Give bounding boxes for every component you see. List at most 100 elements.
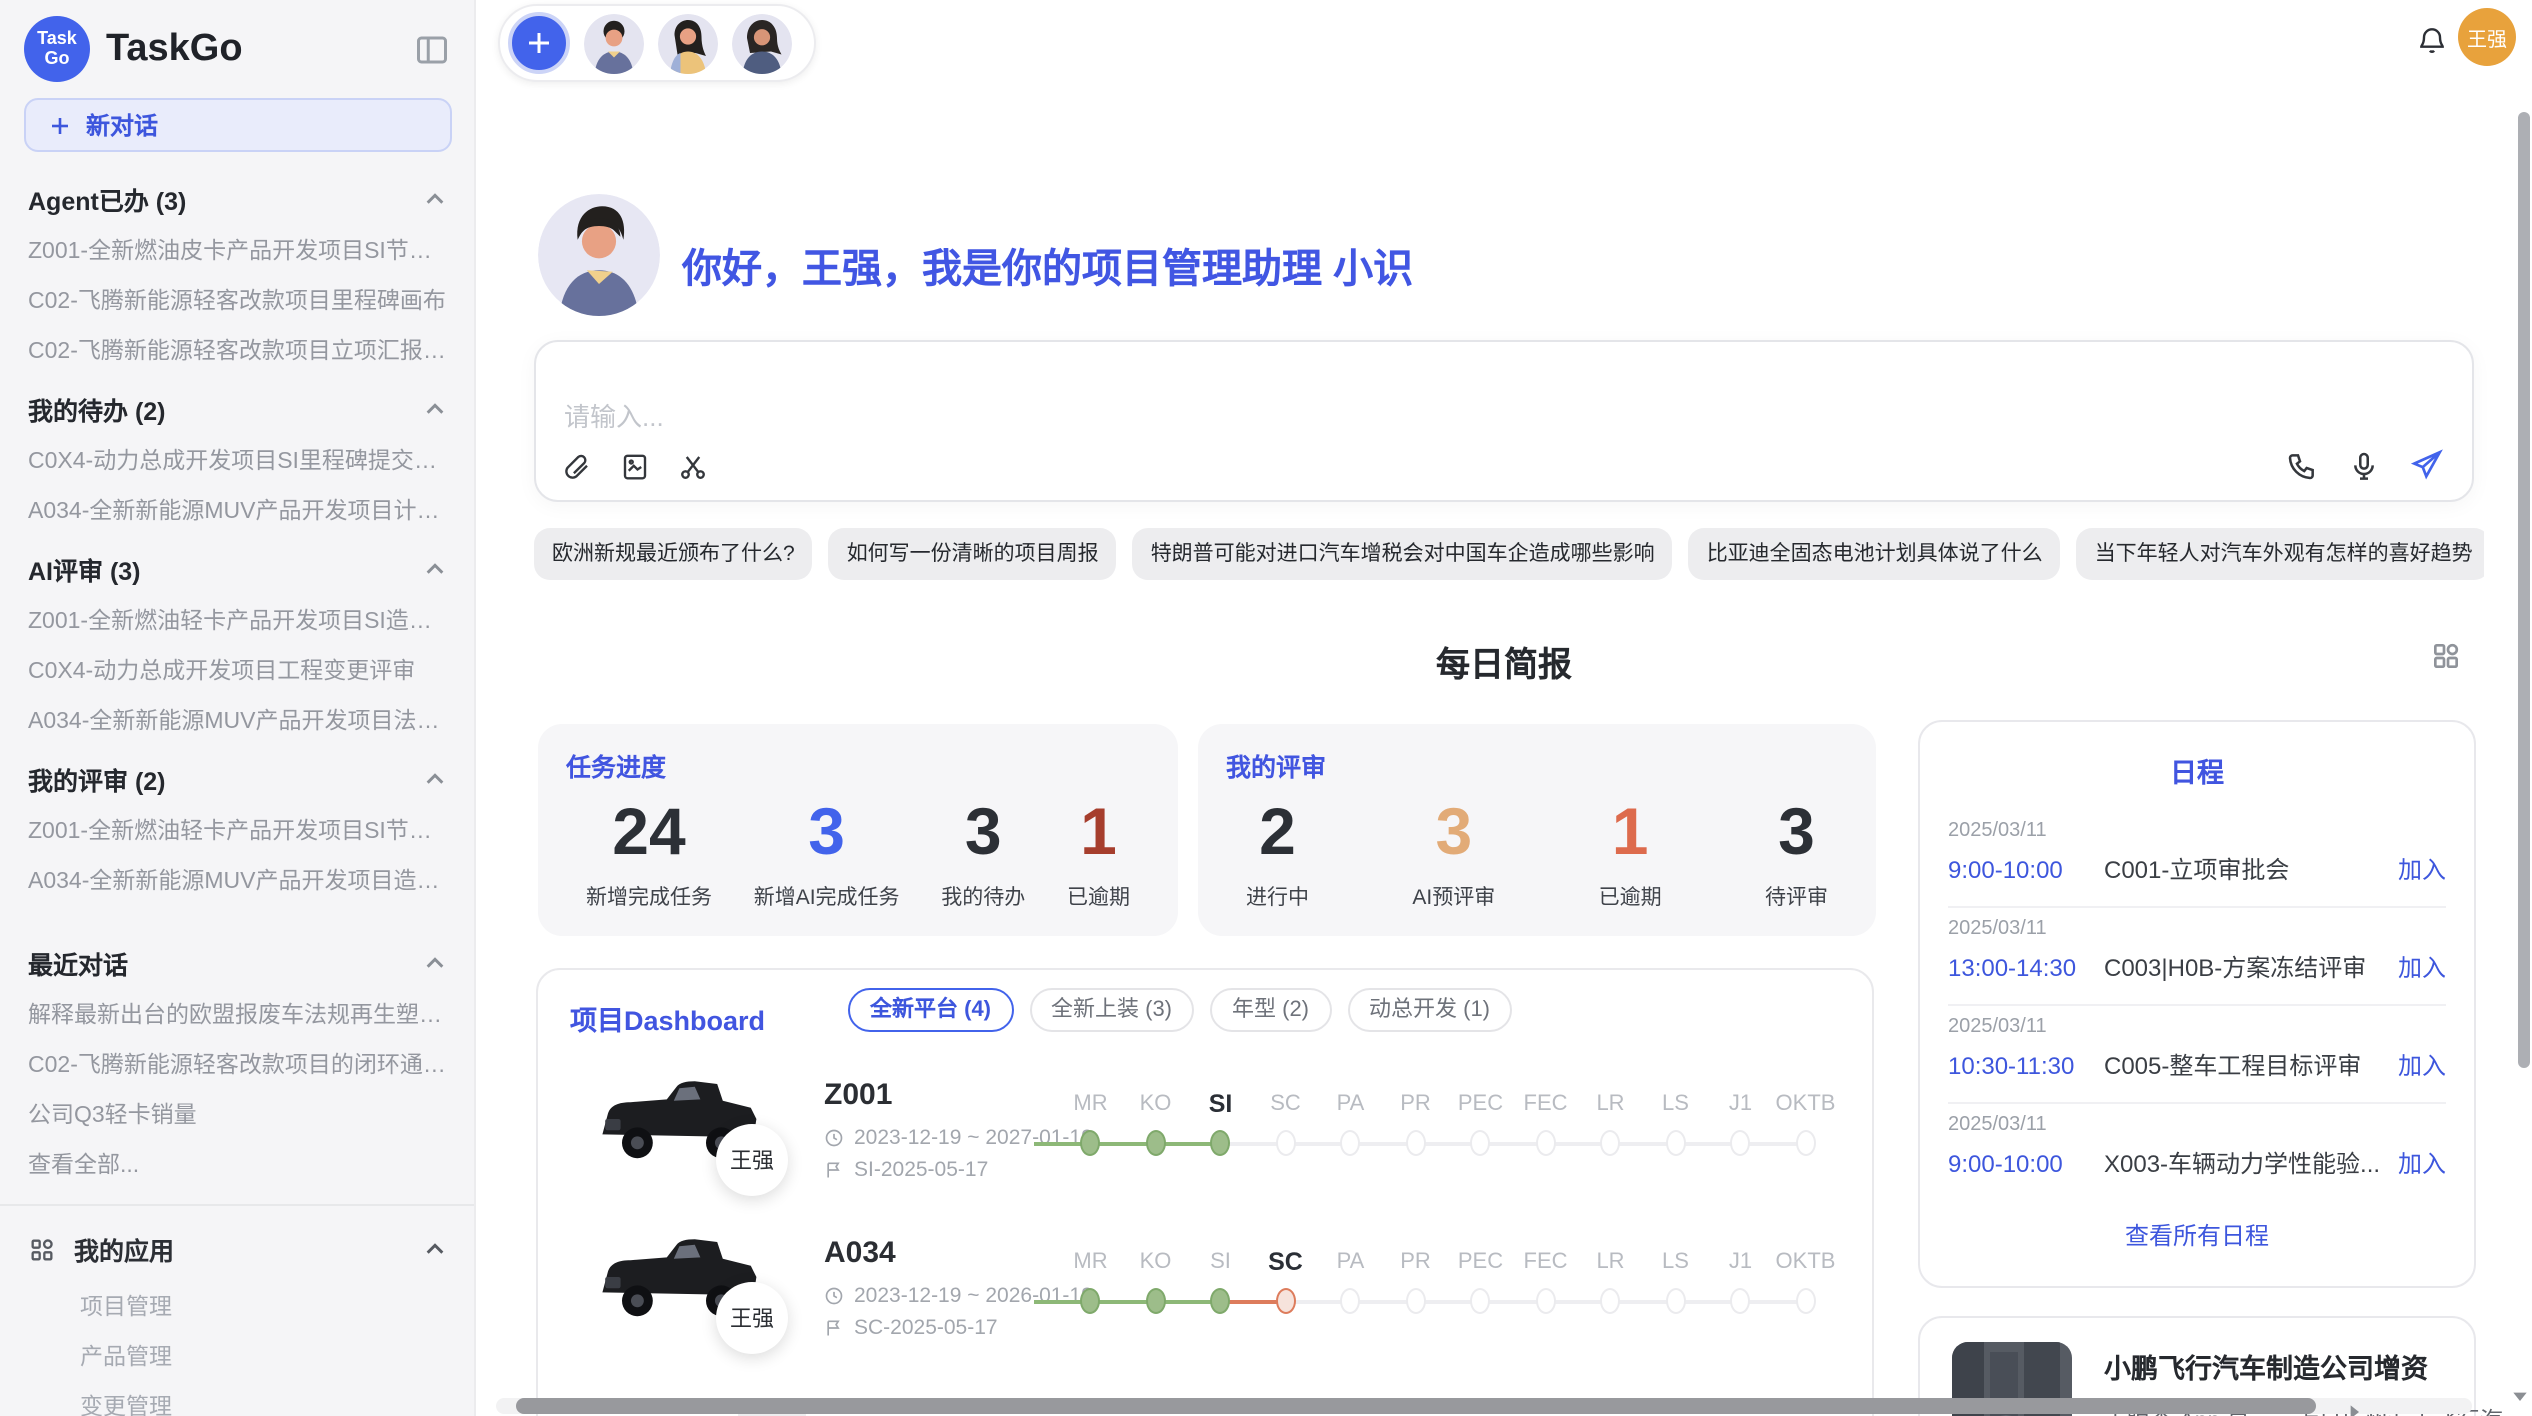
- view-all-schedule-link[interactable]: 查看所有日程: [1948, 1218, 2446, 1252]
- chevron-up-icon[interactable]: [424, 768, 446, 790]
- user-avatar[interactable]: 王强: [2458, 8, 2516, 66]
- agent-avatar-1[interactable]: [584, 13, 644, 73]
- sidebar-task-item[interactable]: A034-全新新能源MUV产品开发项目造型可行性评审: [0, 854, 474, 904]
- sidebar-task-item[interactable]: C02-飞腾新能源轻客改款项目立项汇报方案: [0, 324, 474, 374]
- sidebar-task-item[interactable]: 解释最新出台的欧盟报废车法规再生塑料比例被调至15%...: [0, 988, 474, 1038]
- suggestion-chip[interactable]: 特朗普可能对进口汽车增税会对中国车企造成哪些影响: [1133, 528, 1673, 580]
- my-apps-label: 我的应用: [74, 1230, 406, 1268]
- agent-avatar-2[interactable]: [658, 13, 718, 73]
- sidebar-section-header[interactable]: AI评审 (3): [0, 538, 474, 594]
- dashboard-tab[interactable]: 全新上装 (3): [1029, 988, 1194, 1032]
- chevron-up-icon[interactable]: [424, 558, 446, 580]
- schedule-event: 2025/03/119:00-10:00X003-车辆动力学性能验...加入: [1948, 1104, 2446, 1200]
- event-row: 13:00-14:30C003|H0B-方案冻结评审加入: [1948, 950, 2446, 984]
- send-icon[interactable]: [2410, 448, 2444, 482]
- sidebar-view-all-link[interactable]: 查看全部...: [0, 1138, 474, 1188]
- milestone-label: LS: [1662, 1246, 1689, 1280]
- sidebar-collapse-icon[interactable]: [414, 31, 450, 67]
- dashboard-tab[interactable]: 年型 (2): [1210, 988, 1331, 1032]
- milestone-dot: [1211, 1130, 1231, 1156]
- milestone-dot: [1666, 1288, 1686, 1314]
- phone-icon[interactable]: [2286, 449, 2318, 481]
- event-name: C005-整车工程目标评审: [2104, 1048, 2386, 1082]
- milestone-label: OKTB: [1776, 1246, 1836, 1280]
- attachment-icon[interactable]: [562, 452, 592, 482]
- input-tools-right: [2286, 448, 2444, 482]
- suggestion-chips: 欧洲新规最近颁布了什么? 如何写一份清晰的项目周报特朗普可能对进口汽车增税会对中国…: [534, 528, 2484, 580]
- milestone: LR: [1578, 1246, 1643, 1314]
- sidebar-task-item[interactable]: Z001-全新燃油轻卡产品开发项目SI造型提交物评审: [0, 594, 474, 644]
- image-icon[interactable]: [620, 452, 650, 482]
- sidebar-section-title: 我的待办 (2): [28, 390, 166, 428]
- sidebar-section-header[interactable]: 我的待办 (2): [0, 378, 474, 434]
- milestone-dot: [1276, 1130, 1296, 1156]
- scroll-down-arrow-icon[interactable]: [2510, 1380, 2530, 1416]
- agent-avatar-3[interactable]: [732, 13, 792, 73]
- sidebar-section: 最近对话解释最新出台的欧盟报废车法规再生塑料比例被调至15%...C02-飞腾新…: [0, 932, 474, 1188]
- suggestion-chip[interactable]: 比亚迪全固态电池计划具体说了什么: [1689, 528, 2061, 580]
- stat-value: 3: [1765, 796, 1828, 869]
- join-link[interactable]: 加入: [2398, 950, 2446, 984]
- stat-card-title: 我的评审: [1226, 746, 1848, 784]
- suggestion-chip[interactable]: 当下年轻人对汽车外观有怎样的喜好趋势: [2077, 528, 2484, 580]
- stat-value: 24: [586, 796, 712, 869]
- sidebar-task-item[interactable]: C0X4-动力总成开发项目工程变更评审: [0, 644, 474, 694]
- sidebar-section-header[interactable]: Agent已办 (3): [0, 168, 474, 224]
- plus-icon: [524, 28, 554, 58]
- sidebar-section-header[interactable]: 我的评审 (2): [0, 748, 474, 804]
- chevron-up-icon[interactable]: [424, 188, 446, 210]
- milestone-dot: [1471, 1130, 1491, 1156]
- scissors-icon[interactable]: [678, 452, 708, 482]
- milestone: PA: [1318, 1088, 1383, 1156]
- join-link[interactable]: 加入: [2398, 1048, 2446, 1082]
- project-dashboard-card: 项目Dashboard 全新平台 (4)全新上装 (3)年型 (2)动总开发 (…: [536, 968, 1874, 1416]
- sidebar-section: 我的待办 (2) C0X4-动力总成开发项目SI里程碑提交物检查A034-全新新能…: [0, 378, 474, 534]
- join-link[interactable]: 加入: [2398, 1146, 2446, 1180]
- stat-value: 3: [754, 796, 900, 869]
- sidebar-section-title: Agent已办 (3): [28, 180, 186, 218]
- sidebar-task-item[interactable]: Z001-全新燃油皮卡产品开发项目SI节点Lesson Learn报告: [0, 224, 474, 274]
- vertical-scrollbar-thumb[interactable]: [2518, 112, 2530, 1068]
- chevron-up-icon[interactable]: [424, 952, 446, 974]
- sidebar-item-my-apps[interactable]: 我的应用: [0, 1218, 474, 1280]
- dashboard-tab[interactable]: 全新平台 (4): [848, 988, 1013, 1032]
- milestone-dot: [1731, 1288, 1751, 1314]
- my-apps-item[interactable]: 产品管理: [0, 1330, 474, 1380]
- horizontal-scrollbar-thumb[interactable]: [516, 1398, 2316, 1414]
- join-link[interactable]: 加入: [2398, 852, 2446, 886]
- sidebar-task-item[interactable]: Z001-全新燃油轻卡产品开发项目SI节点属性5D文件评审: [0, 804, 474, 854]
- dashboard-tab[interactable]: 动总开发 (1): [1347, 988, 1512, 1032]
- suggestion-chip[interactable]: 如何写一份清晰的项目周报: [829, 528, 1117, 580]
- stat-value: 3: [941, 796, 1025, 869]
- chevron-up-icon[interactable]: [424, 1238, 446, 1260]
- layout-grid-icon[interactable]: [2430, 640, 2462, 682]
- new-chat-button[interactable]: 新对话: [24, 98, 452, 152]
- sidebar-task-item[interactable]: C0X4-动力总成开发项目SI里程碑提交物检查: [0, 434, 474, 484]
- microphone-icon[interactable]: [2348, 449, 2380, 481]
- chevron-up-icon[interactable]: [424, 398, 446, 420]
- scroll-right-arrow-icon[interactable]: [2344, 1396, 2364, 1416]
- sidebar-task-item[interactable]: A034-全新新能源MUV产品开发项目法规符合性评审: [0, 694, 474, 744]
- my-apps-item[interactable]: 项目管理: [0, 1280, 474, 1330]
- suggestion-chip[interactable]: 欧洲新规最近颁布了什么?: [534, 528, 813, 580]
- milestone-label: SI: [1209, 1088, 1233, 1122]
- milestone-dot: [1146, 1288, 1166, 1314]
- milestone-label: KO: [1140, 1246, 1172, 1280]
- schedule-card: 日程 2025/03/119:00-10:00C001-立项审批会加入2025/…: [1918, 720, 2476, 1288]
- sidebar-task-item[interactable]: 公司Q3轻卡销量: [0, 1088, 474, 1138]
- notification-bell-icon[interactable]: [2416, 24, 2448, 66]
- divider: [0, 1204, 474, 1206]
- my-apps-item[interactable]: 变更管理: [0, 1380, 474, 1416]
- milestone-dot: [1276, 1288, 1296, 1314]
- milestone-label: MR: [1073, 1246, 1107, 1280]
- chat-input[interactable]: [564, 402, 2084, 432]
- daily-brief-title: 每日简报: [476, 636, 2532, 686]
- sidebar-task-item[interactable]: C02-飞腾新能源轻客改款项目的闭环通告反馈情况: [0, 1038, 474, 1088]
- clock-icon: [824, 1128, 844, 1148]
- sidebar-section-header[interactable]: 最近对话: [0, 932, 474, 988]
- sidebar-section-title: AI评审 (3): [28, 550, 141, 588]
- add-agent-button[interactable]: [508, 12, 570, 74]
- dashboard-tabs: 全新平台 (4) 全新上装 (3) 年型 (2) 动总开发 (1): [848, 988, 1512, 1032]
- sidebar-task-item[interactable]: C02-飞腾新能源轻客改款项目里程碑画布: [0, 274, 474, 324]
- sidebar-task-item[interactable]: A034-全新新能源MUV产品开发项目计划变更表编写: [0, 484, 474, 534]
